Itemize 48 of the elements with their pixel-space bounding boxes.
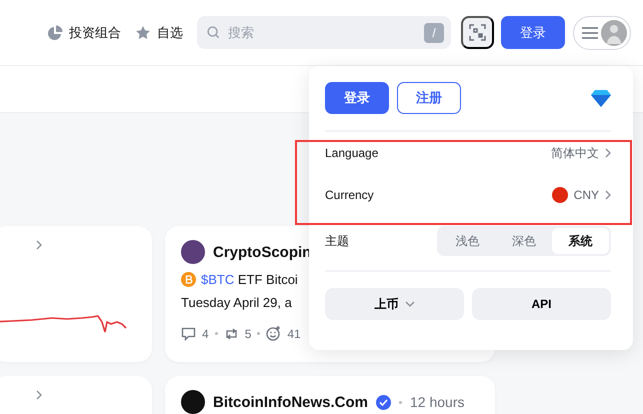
comment-icon[interactable] bbox=[181, 326, 196, 340]
api-button[interactable]: API bbox=[472, 288, 611, 320]
chevron-right-icon bbox=[36, 390, 42, 400]
settings-label: Language bbox=[325, 146, 378, 160]
avatar-icon bbox=[601, 20, 627, 46]
listing-dropdown[interactable]: 上币 bbox=[325, 288, 464, 320]
settings-row[interactable]: Currency CNY bbox=[325, 174, 611, 216]
star-icon bbox=[135, 24, 151, 40]
chevron-right-icon bbox=[36, 240, 42, 250]
caret-icon bbox=[404, 301, 414, 307]
theme-option[interactable]: 深色 bbox=[496, 228, 552, 254]
reaction-count: 41 bbox=[287, 326, 301, 340]
post-time: 12 hours bbox=[410, 394, 464, 410]
repost-count: 5 bbox=[244, 326, 252, 340]
shortcut-key: / bbox=[424, 22, 444, 42]
settings-row[interactable]: Language 简体中文 bbox=[325, 132, 611, 174]
menu-icon bbox=[582, 26, 598, 38]
post-text: $BTC ETF Bitcoi bbox=[201, 272, 298, 287]
add-reaction-icon[interactable] bbox=[266, 326, 282, 341]
avatar-circle bbox=[181, 390, 205, 414]
author-name[interactable]: CryptoScopin bbox=[213, 244, 312, 260]
qr-scan-icon bbox=[469, 24, 486, 41]
search-icon bbox=[207, 26, 220, 39]
nav-link[interactable]: 自选 bbox=[157, 24, 183, 42]
search-field[interactable]: 搜索 bbox=[226, 24, 418, 41]
settings-label: Currency bbox=[325, 188, 374, 202]
post-text: Tuesday April 29, a bbox=[181, 295, 292, 310]
nav-link[interactable]: 投资组合 bbox=[69, 24, 121, 42]
author-name[interactable]: BitcoinInfoNews.Com bbox=[213, 394, 368, 410]
repost-icon[interactable] bbox=[224, 326, 239, 340]
chevron-right-icon bbox=[605, 148, 611, 158]
diamond-icon bbox=[591, 90, 611, 106]
china-flag-icon bbox=[552, 187, 568, 203]
avatar-circle bbox=[181, 240, 205, 264]
settings-value: 简体中文 bbox=[551, 144, 599, 162]
login-button[interactable]: 登录 bbox=[501, 16, 565, 49]
theme-option[interactable]: 浅色 bbox=[439, 228, 496, 254]
settings-value: CNY bbox=[574, 188, 599, 202]
login-button[interactable]: 登录 bbox=[325, 82, 389, 114]
bitcoin-coin-icon bbox=[181, 272, 196, 287]
account-menu-button[interactable] bbox=[573, 16, 631, 50]
pie-chart-icon bbox=[47, 24, 63, 40]
register-button[interactable]: 注册 bbox=[397, 82, 461, 114]
chevron-right-icon bbox=[605, 190, 611, 200]
qr-scan-button[interactable] bbox=[461, 16, 494, 49]
theme-label: 主题 bbox=[325, 232, 349, 250]
comment-count: 4 bbox=[202, 326, 209, 340]
theme-option[interactable]: 系统 bbox=[552, 228, 610, 254]
